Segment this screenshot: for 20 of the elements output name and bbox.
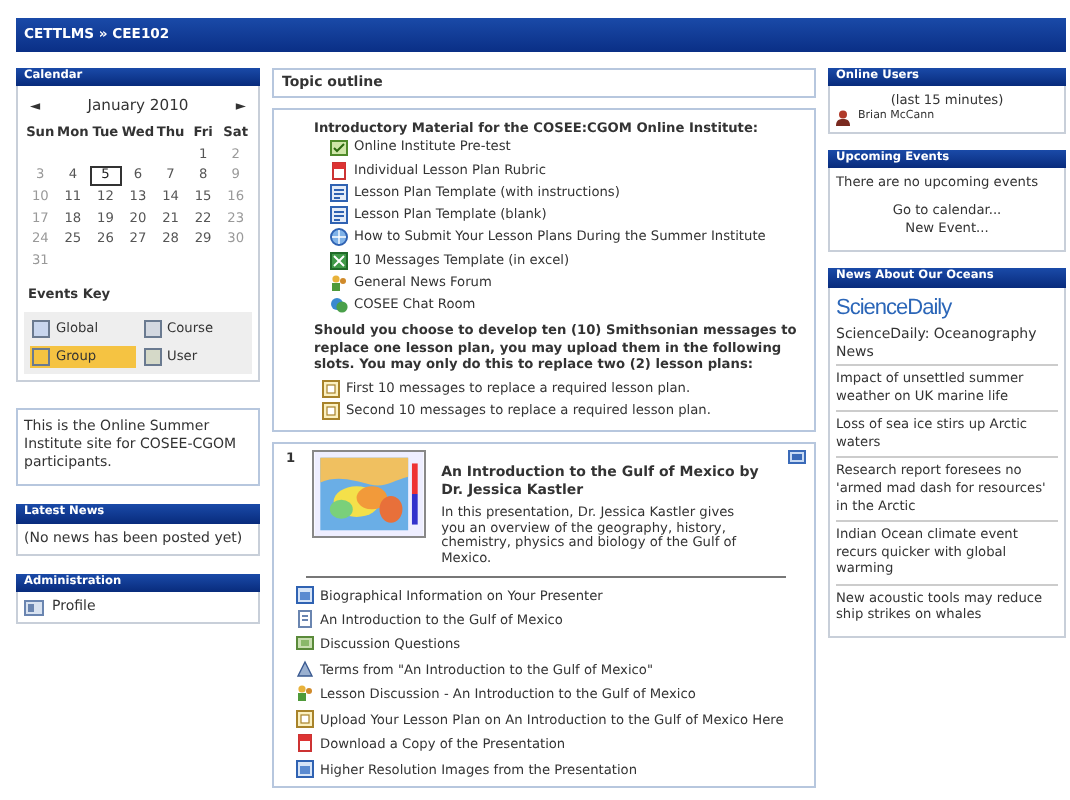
globe-icon <box>330 228 348 247</box>
people-icon <box>330 273 348 292</box>
clipboard-icon <box>296 709 314 728</box>
pdf-icon <box>330 161 348 180</box>
triangle-icon <box>296 659 314 678</box>
people-icon <box>296 684 314 703</box>
document-icon <box>330 206 348 225</box>
questions-icon <box>296 634 314 653</box>
profile-icon <box>24 599 44 616</box>
document-icon <box>330 183 348 202</box>
logo: ScienceDaily <box>836 293 954 322</box>
page-icon <box>296 610 314 629</box>
pdf-icon <box>296 734 314 753</box>
person-icon <box>836 109 850 126</box>
highlight-icon[interactable] <box>788 450 806 465</box>
chat-icon <box>330 295 348 314</box>
window-icon <box>296 585 314 604</box>
checklist-icon <box>330 138 348 157</box>
window-icon <box>296 759 314 778</box>
spreadsheet-icon <box>330 251 348 269</box>
